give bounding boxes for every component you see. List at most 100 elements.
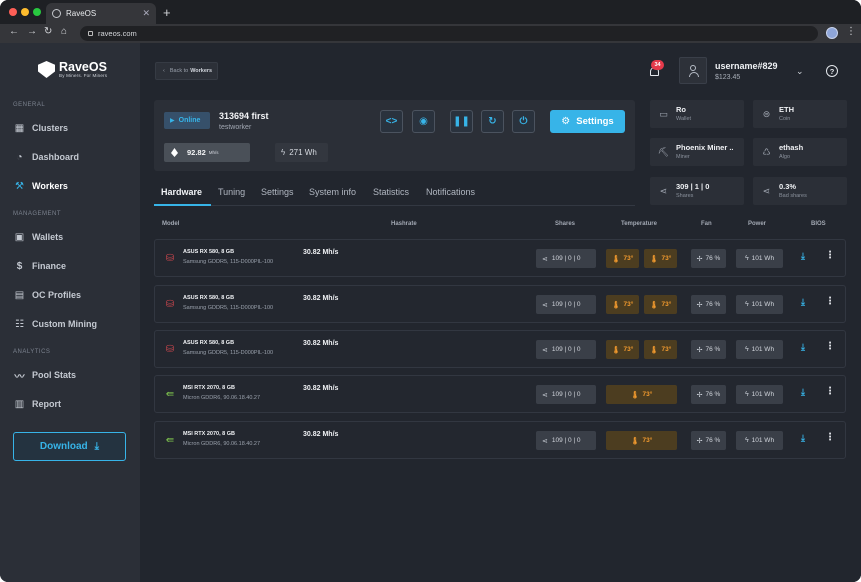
- pickaxe-icon: ⛏: [657, 146, 670, 157]
- gpu-temp-core: 🌡 73°: [606, 385, 677, 404]
- restart-button[interactable]: ↻: [481, 110, 504, 133]
- username[interactable]: username#829: [715, 61, 778, 71]
- more-options-icon[interactable]: ⋮: [825, 432, 835, 443]
- share-icon: ⋖: [762, 185, 771, 196]
- thermometer-icon: 🌡: [649, 255, 659, 263]
- download-button[interactable]: Download ⤓: [13, 432, 126, 461]
- power-value: 101 Wh: [751, 391, 775, 398]
- back-to-workers-button[interactable]: ‹ Back to Workers: [155, 62, 218, 80]
- power-off-button[interactable]: ⏻: [512, 110, 535, 133]
- table-row[interactable]: ⛁ ASUS RX 580, 8 GB Samsung GDDR5, 115-D…: [154, 239, 846, 277]
- temp-value: 73°: [661, 255, 672, 262]
- back-arrow-icon[interactable]: ←: [9, 26, 19, 37]
- tab-tuning[interactable]: Tuning: [218, 187, 245, 197]
- table-row[interactable]: ⛁ ASUS RX 580, 8 GB Samsung GDDR5, 115-D…: [154, 330, 846, 368]
- sidebar-item-finance[interactable]: $ Finance: [14, 258, 134, 274]
- info-tile-miner[interactable]: ⛏ Phoenix Miner .. Miner: [650, 138, 744, 166]
- forward-arrow-icon[interactable]: →: [27, 26, 37, 37]
- raveos-logo[interactable]: RaveOS By Miners. For Miners: [38, 61, 107, 78]
- browser-toolbar: ← → ↻ ⌂ raveos.com ⋮: [0, 24, 861, 43]
- thermometer-icon: 🌡: [611, 301, 621, 309]
- thermometer-icon: 🌡: [649, 301, 659, 309]
- info-tile-shares[interactable]: ⋖ 309 | 1 | 0 Shares: [650, 177, 744, 205]
- browser-menu-icon[interactable]: ⋮: [846, 26, 856, 37]
- chevron-down-icon[interactable]: ⌄: [796, 66, 804, 77]
- amd-gpu-icon: ⛁: [165, 253, 175, 264]
- sidebar-item-dashboard[interactable]: ◔ Dashboard: [14, 149, 134, 165]
- more-options-icon[interactable]: ⋮: [825, 296, 835, 307]
- new-tab-button[interactable]: +: [163, 5, 171, 20]
- view-button[interactable]: ◉: [412, 110, 435, 133]
- code-icon: <>: [385, 116, 398, 127]
- gpu-shares: ⋖ 109 | 0 | 0: [536, 385, 596, 404]
- maximize-window-button[interactable]: [33, 8, 41, 16]
- tab-settings[interactable]: Settings: [261, 187, 294, 197]
- home-icon[interactable]: ⌂: [61, 26, 67, 37]
- temp-value: 73°: [623, 346, 634, 353]
- profile-avatar-icon[interactable]: [826, 27, 838, 39]
- reload-icon[interactable]: ↻: [44, 26, 52, 37]
- sidebar-item-label: Report: [32, 399, 61, 409]
- bios-download-icon[interactable]: ⤓: [801, 297, 805, 308]
- table-row[interactable]: ⇚ MSI RTX 2070, 8 GB Micron GDDR6, 90.06…: [154, 421, 846, 459]
- tab-statistics[interactable]: Statistics: [373, 187, 409, 197]
- gpu-power: ϟ 101 Wh: [736, 295, 783, 314]
- gpu-model: ASUS RX 580, 8 GB: [183, 340, 235, 346]
- status-badge[interactable]: ▶ Online: [164, 112, 210, 129]
- sidebar-item-wallets[interactable]: ▣ Wallets: [14, 229, 134, 245]
- bios-download-icon[interactable]: ⤓: [801, 251, 805, 262]
- more-options-icon[interactable]: ⋮: [825, 386, 835, 397]
- sidebar-item-custom-mining[interactable]: ☷ Custom Mining: [14, 316, 134, 332]
- sidebar-item-report[interactable]: ▥ Report: [14, 396, 134, 412]
- browser-window: RaveOS ✕ + ← → ↻ ⌂ raveos.com ⋮ RaveOS B…: [0, 0, 861, 582]
- sidebar-item-oc-profiles[interactable]: ▤ OC Profiles: [14, 287, 134, 303]
- power-value: 271 Wh: [289, 148, 317, 157]
- thermometer-icon: 🌡: [611, 255, 621, 263]
- tile-value: 0.3%: [779, 182, 797, 191]
- active-tab-indicator: [154, 204, 211, 206]
- minimize-window-button[interactable]: [21, 8, 29, 16]
- sidebar-item-workers[interactable]: ⚒ Workers: [14, 178, 134, 194]
- dollar-icon: $: [16, 260, 23, 272]
- tile-value: Phoenix Miner ..: [676, 143, 734, 152]
- shares-value: 109 | 0 | 0: [551, 301, 581, 308]
- info-tile-coin[interactable]: ⊜ ETH Coin: [753, 100, 847, 128]
- tab-notifications[interactable]: Notifications: [426, 187, 475, 197]
- tab-hardware[interactable]: Hardware: [161, 187, 202, 197]
- gpu-memory: Samsung GDDR5, 115-D000PIL-100: [183, 259, 274, 265]
- sidebar: RaveOS By Miners. For Miners GENERAL ▦ C…: [0, 43, 140, 582]
- tile-value: Ro: [676, 105, 686, 114]
- info-tile-algo[interactable]: ♺ ethash Algo: [753, 138, 847, 166]
- bios-download-icon[interactable]: ⤓: [801, 433, 805, 444]
- worker-hashrate: 92.82 Mh/s: [164, 143, 250, 162]
- tab-system-info[interactable]: System info: [309, 187, 356, 197]
- sidebar-item-clusters[interactable]: ▦ Clusters: [14, 120, 134, 136]
- help-icon[interactable]: ?: [826, 65, 838, 77]
- table-row[interactable]: ⛁ ASUS RX 580, 8 GB Samsung GDDR5, 115-D…: [154, 285, 846, 323]
- code-button[interactable]: <>: [380, 110, 403, 133]
- sidebar-item-pool-stats[interactable]: 〰 Pool Stats: [14, 367, 134, 383]
- column-header-hashrate: Hashrate: [391, 221, 417, 227]
- eye-icon: ◉: [419, 116, 428, 127]
- avatar[interactable]: [679, 57, 707, 84]
- temp-value: 73°: [661, 301, 672, 308]
- browser-tab[interactable]: RaveOS ✕: [46, 3, 156, 24]
- gpu-temp-memory: 🌡 73°: [644, 340, 677, 359]
- column-header-shares: Shares: [555, 221, 576, 227]
- close-window-button[interactable]: [9, 8, 17, 16]
- bios-download-icon[interactable]: ⤓: [801, 387, 805, 398]
- more-options-icon[interactable]: ⋮: [825, 341, 835, 352]
- column-header-power: Power: [748, 221, 767, 227]
- ethereum-icon: [171, 148, 178, 157]
- sidebar-item-label: Dashboard: [32, 152, 80, 162]
- pause-button[interactable]: ❚❚: [450, 110, 473, 133]
- bios-download-icon[interactable]: ⤓: [801, 342, 805, 353]
- address-bar[interactable]: raveos.com: [80, 26, 818, 41]
- info-tile-wallet[interactable]: ▭ Ro Wallet: [650, 100, 744, 128]
- info-tile-bad-shares[interactable]: ⋖ 0.3% Bad shares: [753, 177, 847, 205]
- more-options-icon[interactable]: ⋮: [825, 250, 835, 261]
- close-tab-icon[interactable]: ✕: [142, 8, 150, 19]
- table-row[interactable]: ⇚ MSI RTX 2070, 8 GB Micron GDDR6, 90.06…: [154, 375, 846, 413]
- tile-label: Bad shares: [779, 193, 807, 199]
- settings-button[interactable]: ⚙ Settings: [550, 110, 625, 133]
